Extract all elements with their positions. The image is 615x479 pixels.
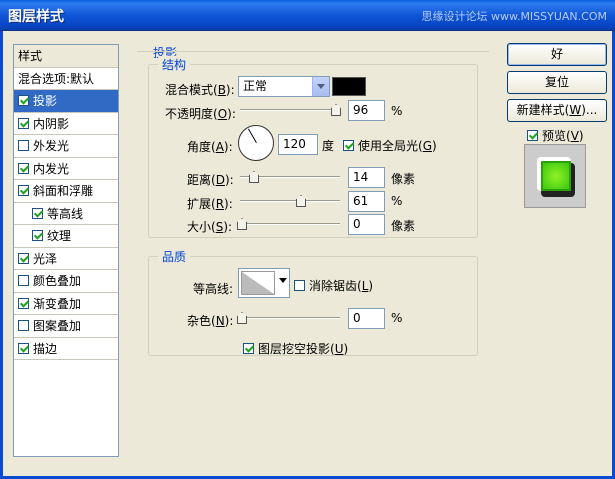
chevron-down-icon: [279, 278, 287, 283]
watermark: 思缘设计论坛 www.MISSYUAN.COM: [421, 10, 607, 23]
spread-unit: %: [391, 194, 403, 208]
spread-label: 扩展(R):: [187, 197, 233, 211]
contour-label: 等高线:: [193, 282, 234, 296]
angle-label: 角度(A):: [187, 140, 233, 154]
style-enable-checkbox[interactable]: [18, 140, 29, 151]
styles-list-item[interactable]: 内阴影: [14, 113, 118, 135]
distance-slider[interactable]: [240, 171, 340, 183]
styles-list-item-label: 颜色叠加: [33, 274, 82, 288]
styles-list-item[interactable]: 外发光: [14, 135, 118, 158]
noise-slider[interactable]: [237, 312, 340, 324]
noise-unit: %: [391, 311, 403, 325]
ok-button[interactable]: 好: [507, 43, 607, 66]
style-enable-checkbox[interactable]: [18, 117, 29, 129]
global-light-check[interactable]: [343, 140, 354, 151]
shadow-color-swatch[interactable]: [332, 77, 366, 96]
blend-mode-label: 混合模式(B):: [165, 83, 235, 97]
angle-input[interactable]: 120: [278, 134, 318, 155]
opacity-slider-thumb[interactable]: [331, 104, 341, 116]
styles-list-item-label: 光泽: [33, 251, 58, 266]
styles-list-item[interactable]: 图案叠加: [14, 315, 118, 338]
opacity-unit: %: [391, 104, 403, 118]
opacity-label: 不透明度(O):: [165, 107, 236, 121]
styles-list-item[interactable]: 纹理: [14, 225, 118, 248]
styles-list-item[interactable]: 光泽: [14, 248, 118, 270]
contour-picker[interactable]: [238, 268, 290, 298]
styles-list-item-label: 内阴影: [33, 116, 70, 131]
distance-input[interactable]: 14: [348, 167, 385, 188]
knockout-check[interactable]: [243, 343, 254, 354]
style-enable-checkbox[interactable]: [32, 207, 43, 219]
style-enable-checkbox[interactable]: [18, 95, 29, 106]
opacity-slider[interactable]: [240, 104, 341, 116]
styles-list-item-label: 混合选项:默认: [18, 71, 95, 86]
style-enable-checkbox[interactable]: [18, 185, 29, 196]
style-enable-checkbox[interactable]: [32, 230, 43, 241]
angle-unit: 度: [322, 139, 335, 153]
styles-list-item-label: 纹理: [47, 229, 72, 243]
preview-checkbox[interactable]: 预览(V): [527, 127, 584, 144]
styles-list-item[interactable]: 样式: [14, 45, 118, 68]
noise-label: 杂色(N):: [187, 314, 234, 328]
styles-list-item-label: 样式: [18, 49, 43, 63]
style-enable-checkbox[interactable]: [18, 320, 29, 331]
styles-list-item[interactable]: 渐变叠加: [14, 293, 118, 315]
angle-dial[interactable]: [238, 125, 274, 161]
styles-list-item[interactable]: 颜色叠加: [14, 270, 118, 293]
styles-list-item-label: 渐变叠加: [33, 296, 82, 311]
size-unit: 像素: [391, 219, 416, 233]
styles-list-item-label: 斜面和浮雕: [33, 184, 94, 198]
antialias-checkbox[interactable]: 消除锯齿(L): [294, 277, 373, 294]
size-input[interactable]: 0: [348, 214, 385, 235]
global-light-checkbox[interactable]: 使用全局光(G): [343, 137, 437, 154]
styles-list-item-label: 外发光: [33, 139, 70, 153]
style-preview: [524, 144, 586, 208]
size-slider[interactable]: [237, 218, 340, 230]
styles-list-item[interactable]: 混合选项:默认: [14, 68, 118, 90]
dialog-body: 样式混合选项:默认投影内阴影外发光内发光斜面和浮雕等高线纹理光泽颜色叠加渐变叠加…: [0, 31, 615, 479]
style-enable-checkbox[interactable]: [18, 162, 29, 174]
contour-curve-icon: [241, 271, 275, 295]
spread-slider[interactable]: [240, 195, 340, 207]
styles-list-item[interactable]: 等高线: [14, 203, 118, 225]
angle-dial-hand: [248, 128, 257, 143]
title-bar: 图层样式 思缘设计论坛 www.MISSYUAN.COM: [0, 0, 615, 31]
distance-slider-thumb[interactable]: [249, 171, 259, 183]
style-enable-checkbox[interactable]: [18, 342, 29, 354]
style-enable-checkbox[interactable]: [18, 275, 29, 286]
styles-list-item-label: 描边: [33, 341, 58, 356]
quality-legend: 品质: [158, 248, 191, 265]
styles-list-item-label: 等高线: [47, 206, 84, 221]
preview-swatch: [537, 157, 571, 191]
styles-list-item-label: 图案叠加: [33, 319, 82, 333]
spread-input[interactable]: 61: [348, 191, 385, 212]
styles-list: 样式混合选项:默认投影内阴影外发光内发光斜面和浮雕等高线纹理光泽颜色叠加渐变叠加…: [13, 44, 119, 457]
styles-list-item[interactable]: 斜面和浮雕: [14, 180, 118, 203]
chevron-down-icon: [312, 77, 329, 96]
preview-check[interactable]: [527, 130, 538, 141]
knockout-checkbox[interactable]: 图层挖空投影(U): [243, 340, 348, 357]
structure-legend: 结构: [158, 56, 191, 73]
antialias-check[interactable]: [294, 280, 305, 291]
blend-mode-value: 正常: [243, 79, 268, 93]
noise-input[interactable]: 0: [348, 308, 385, 329]
styles-list-item-label: 内发光: [33, 161, 70, 176]
styles-list-item-label: 投影: [33, 94, 58, 108]
styles-list-item[interactable]: 描边: [14, 338, 118, 360]
opacity-input[interactable]: 96: [348, 100, 385, 121]
styles-list-item[interactable]: 投影: [14, 90, 118, 113]
new-style-button[interactable]: 新建样式(W)...: [507, 99, 607, 122]
size-label: 大小(S):: [187, 220, 233, 234]
style-enable-checkbox[interactable]: [18, 297, 29, 309]
window-title: 图层样式: [8, 9, 64, 25]
styles-list-item[interactable]: 内发光: [14, 158, 118, 180]
blend-mode-select[interactable]: 正常: [238, 76, 330, 97]
style-enable-checkbox[interactable]: [18, 252, 29, 264]
distance-unit: 像素: [391, 172, 416, 186]
spread-slider-thumb[interactable]: [296, 195, 306, 207]
distance-label: 距离(D):: [187, 173, 234, 187]
divider: [137, 51, 489, 52]
reset-button[interactable]: 复位: [507, 71, 607, 94]
